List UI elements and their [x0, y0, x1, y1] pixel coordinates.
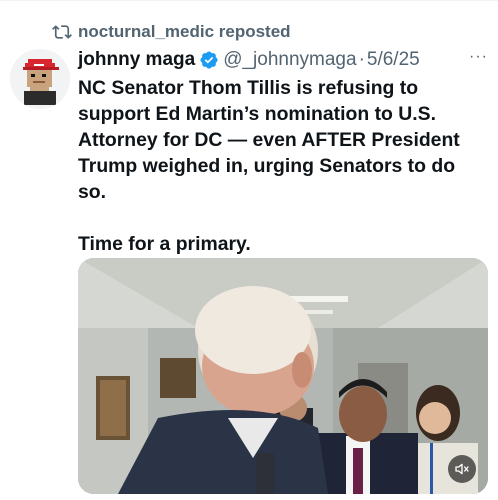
- video-frame-image: [78, 258, 488, 494]
- repost-icon: [52, 25, 72, 39]
- repost-context[interactable]: nocturnal_medic reposted: [52, 20, 291, 44]
- more-options-icon[interactable]: ···: [469, 48, 488, 66]
- verified-badge-icon[interactable]: [199, 50, 219, 70]
- tweet-date[interactable]: 5/6/25: [367, 49, 420, 71]
- tweet-header: johnny maga @_johnnymaga · 5/6/25: [78, 48, 488, 72]
- video-player[interactable]: [78, 258, 488, 494]
- volume-muted-icon: [455, 463, 469, 475]
- tweet-paragraph: NC Senator Thom Tillis is refusing to su…: [78, 77, 460, 203]
- avatar[interactable]: [10, 49, 70, 109]
- mute-button[interactable]: [448, 455, 476, 483]
- separator-dot: ·: [358, 49, 365, 70]
- top-divider: [0, 0, 498, 1]
- author-display-name[interactable]: johnny maga: [78, 49, 195, 71]
- pixel-avatar-image: [10, 49, 70, 109]
- author-handle[interactable]: @_johnnymaga: [223, 49, 356, 71]
- repost-label: nocturnal_medic reposted: [78, 22, 291, 41]
- tweet-paragraph: Time for a primary.: [78, 233, 251, 255]
- tweet-text: NC Senator Thom Tillis is refusing to su…: [78, 75, 488, 257]
